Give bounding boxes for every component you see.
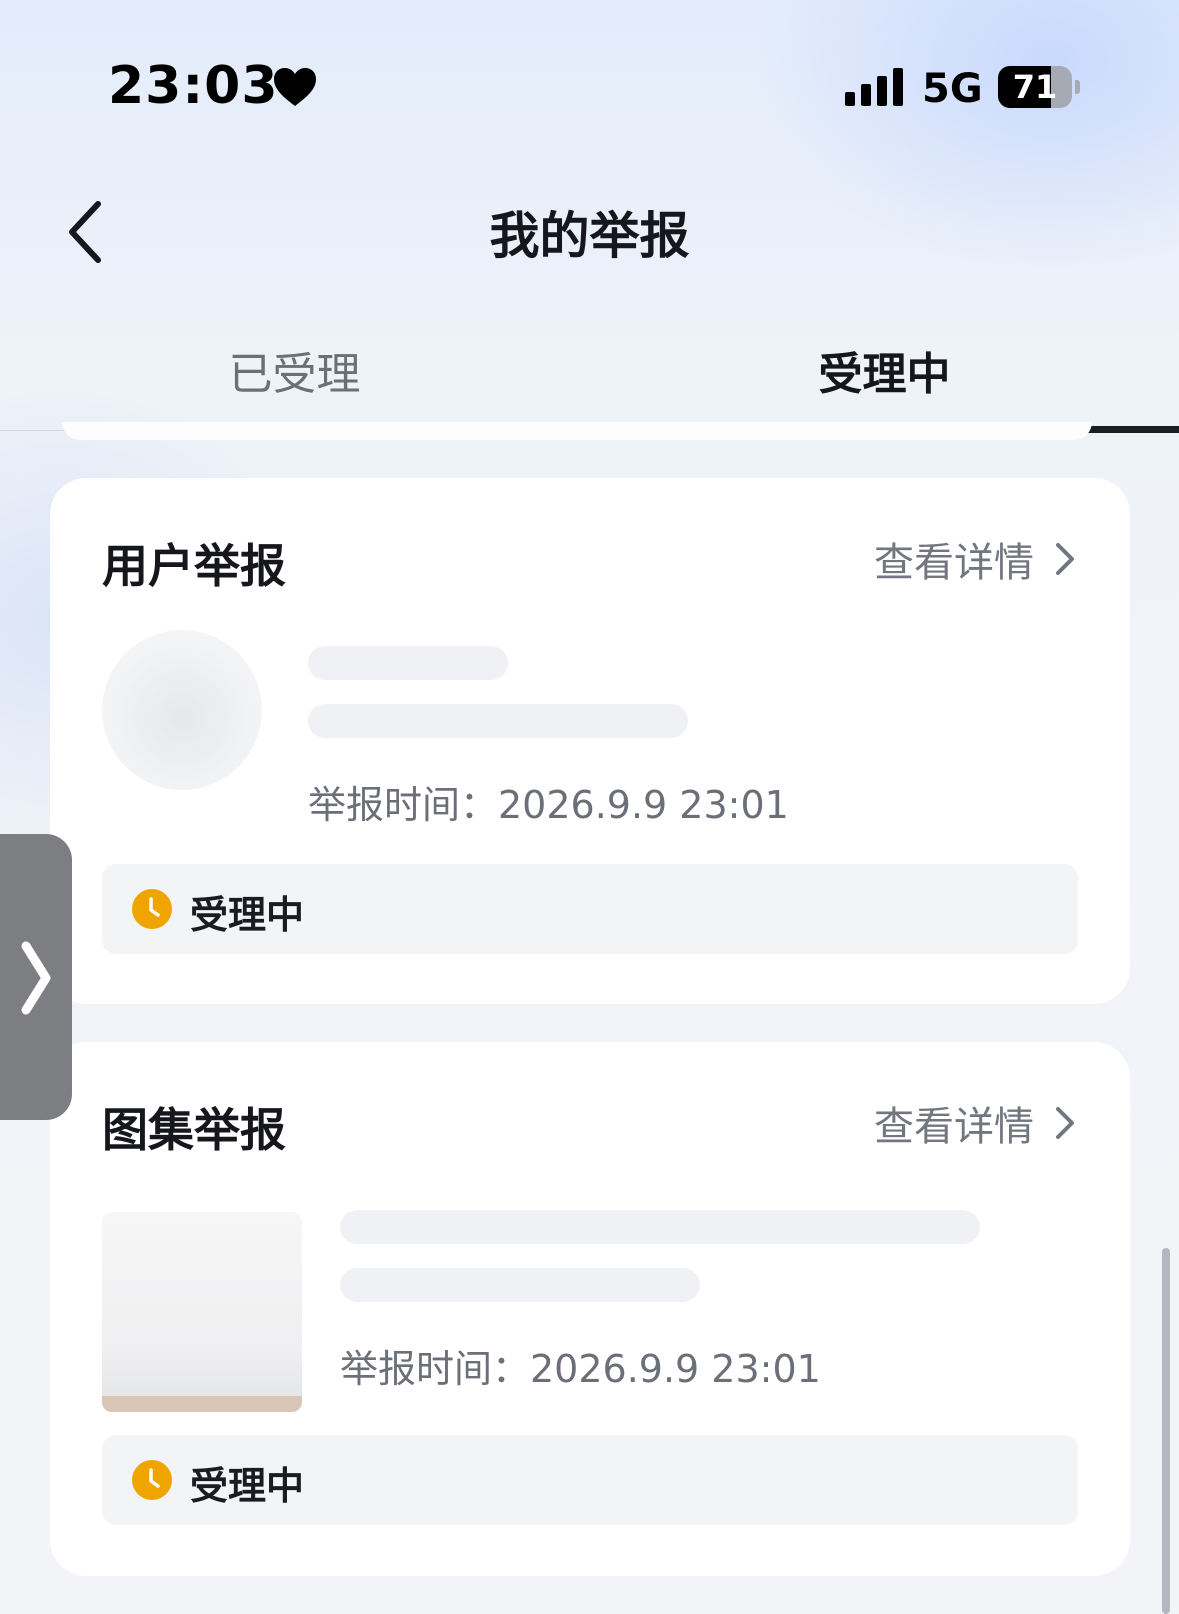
redacted-text bbox=[340, 1268, 700, 1302]
clock-icon bbox=[132, 1460, 172, 1500]
report-time: 举报时间：2026.9.9 23:01 bbox=[308, 783, 789, 827]
redacted-text bbox=[308, 646, 508, 680]
clock-icon bbox=[132, 889, 172, 929]
scrollbar-thumb[interactable] bbox=[1162, 1248, 1170, 1614]
report-type-title: 用户举报 bbox=[102, 539, 286, 593]
status-bar: 23:03 5G 71 bbox=[0, 0, 1179, 180]
previous-card-edge bbox=[62, 422, 1092, 440]
battery-icon: 71 bbox=[998, 66, 1080, 108]
report-time: 举报时间：2026.9.9 23:01 bbox=[340, 1347, 821, 1391]
battery-level: 71 bbox=[1012, 68, 1058, 106]
chevron-right-icon bbox=[1056, 543, 1074, 575]
chevron-right-icon bbox=[21, 941, 51, 1015]
page-title: 我的举报 bbox=[489, 207, 690, 265]
view-details-link[interactable]: 查看详情 bbox=[874, 1098, 1078, 1150]
redacted-text bbox=[308, 704, 688, 738]
side-handle-button[interactable] bbox=[0, 834, 72, 1120]
view-details-label: 查看详情 bbox=[874, 1104, 1034, 1150]
tab-accepted[interactable]: 已受理 bbox=[0, 338, 589, 402]
report-type-title: 图集举报 bbox=[102, 1103, 286, 1157]
network-label: 5G bbox=[922, 66, 983, 112]
status-time: 23:03 bbox=[108, 56, 279, 116]
avatar bbox=[102, 630, 262, 790]
status-label: 受理中 bbox=[190, 1464, 305, 1508]
report-card: 图集举报 查看详情 举报时间：2026.9.9 23:01 受理中 bbox=[50, 1042, 1130, 1576]
view-details-label: 查看详情 bbox=[874, 540, 1034, 586]
gallery-thumbnail bbox=[102, 1212, 302, 1412]
signal-icon bbox=[845, 68, 903, 106]
thumbnail-band bbox=[102, 1396, 302, 1412]
tab-bar: 已受理 受理中 bbox=[0, 320, 1179, 433]
status-label: 受理中 bbox=[190, 893, 305, 937]
tab-processing[interactable]: 受理中 bbox=[590, 338, 1179, 402]
chevron-right-icon bbox=[1056, 1107, 1074, 1139]
view-details-link[interactable]: 查看详情 bbox=[874, 534, 1078, 586]
status-row: 受理中 bbox=[102, 1435, 1078, 1525]
battery-cap bbox=[1075, 80, 1080, 94]
battery-body: 71 bbox=[998, 66, 1072, 108]
status-row: 受理中 bbox=[102, 864, 1078, 954]
heart-icon bbox=[274, 68, 316, 106]
report-card: 用户举报 查看详情 举报时间：2026.9.9 23:01 受理中 bbox=[50, 478, 1130, 1004]
redacted-text bbox=[340, 1210, 980, 1244]
